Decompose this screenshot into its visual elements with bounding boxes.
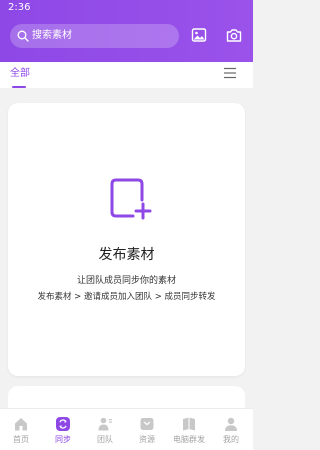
resource-icon: [140, 418, 154, 430]
add-document-icon: [110, 178, 152, 220]
search-placeholder: 搜索素材: [32, 30, 72, 41]
sync-icon: [56, 417, 70, 431]
home-icon: [15, 418, 27, 431]
nav-item-profile[interactable]: 我的: [210, 409, 252, 450]
tab-all[interactable]: 全部: [10, 68, 30, 80]
app-header: 2:36 搜索素材: [0, 0, 253, 62]
category-tabs: 全部: [0, 62, 253, 88]
nav-label: 首页: [13, 435, 29, 444]
nav-item-home[interactable]: 首页: [0, 409, 42, 450]
bottom-nav: 首页 同步 团队 资源 电脑群发 我的: [0, 408, 253, 450]
nav-item-team[interactable]: 团队: [84, 409, 126, 450]
camera-icon[interactable]: [226, 27, 242, 43]
image-icon[interactable]: [191, 27, 207, 43]
nav-label: 我的: [223, 435, 239, 444]
nav-label: 同步: [55, 435, 71, 444]
publish-material-card[interactable]: 发布素材 让团队成员同步你的素材 发布素材 > 邀请成员加入团队 > 成员同步转…: [8, 103, 245, 376]
search-input[interactable]: 搜索素材: [10, 24, 179, 48]
profile-icon: [225, 417, 237, 431]
computer-icon: [183, 417, 195, 431]
nav-item-computer[interactable]: 电脑群发: [168, 409, 210, 450]
menu-icon[interactable]: [223, 67, 237, 79]
card-steps: 发布素材 > 邀请成员加入团队 > 成员同步转发: [37, 292, 216, 302]
nav-item-resource[interactable]: 资源: [126, 409, 168, 450]
nav-label: 团队: [97, 435, 113, 444]
card-title: 发布素材: [98, 247, 155, 263]
nav-item-sync[interactable]: 同步: [42, 409, 84, 450]
nav-label: 资源: [139, 435, 155, 444]
nav-label: 电脑群发: [173, 435, 205, 444]
status-time: 2:36: [8, 2, 31, 13]
card-description: 让团队成员同步你的素材: [76, 276, 176, 286]
tab-active-indicator: [12, 86, 26, 88]
search-icon: [17, 30, 29, 42]
team-icon: [98, 417, 112, 431]
